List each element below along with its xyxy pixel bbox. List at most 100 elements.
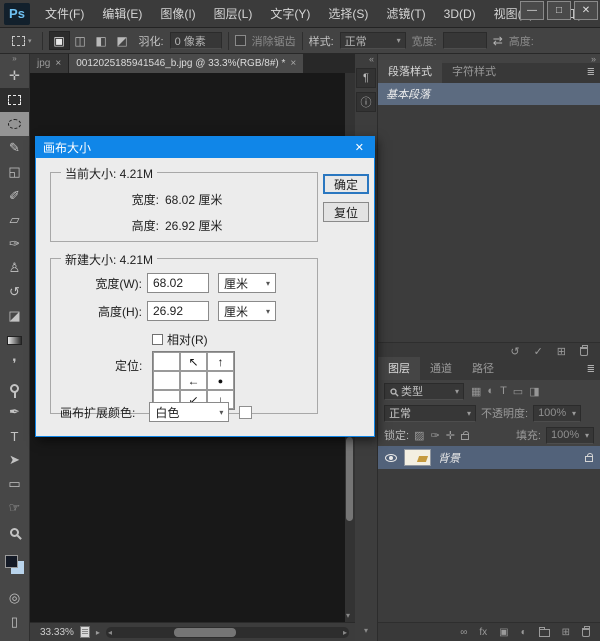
redefine-style-icon[interactable]: ↺ [510, 345, 519, 358]
foreground-background-swatches[interactable] [0, 544, 29, 586]
lock-position-icon[interactable]: ✛ [446, 429, 455, 442]
filter-shape-layers-icon[interactable]: ▭ [513, 385, 523, 398]
pen-tool[interactable]: ✒ [0, 400, 29, 424]
current-tool-icon[interactable]: ▾ [8, 34, 36, 48]
clone-stamp-tool[interactable]: ♙ [0, 256, 29, 280]
link-layers-icon[interactable]: ∞ [460, 627, 467, 638]
scroll-right-icon[interactable]: ▸ [343, 628, 347, 637]
dialog-titlebar[interactable]: 画布大小 ✕ [36, 137, 374, 158]
scroll-left-icon[interactable]: ◂ [108, 628, 112, 637]
new-height-input[interactable]: 26.92 [147, 301, 209, 321]
new-selection-icon[interactable]: ▣ [49, 31, 70, 50]
document-info-icon[interactable] [80, 626, 90, 638]
quick-mask-button[interactable]: ◎ [0, 586, 29, 610]
info-panel-icon[interactable]: ⓘ [356, 92, 376, 112]
document-tab-active[interactable]: 0012025185941546_b.jpg @ 33.3%(RGB/8#) *… [69, 54, 303, 73]
panel-tab[interactable]: 图层 [378, 357, 420, 380]
layer-filter-dropdown[interactable]: 类型 ▾ [384, 383, 464, 400]
blend-mode-dropdown[interactable]: 正常▾ [384, 405, 476, 422]
eyedropper-tool[interactable]: ✐ [0, 184, 29, 208]
crop-tool[interactable]: ◱ [0, 160, 29, 184]
chevron-right-icon[interactable]: ▸ [96, 628, 100, 637]
vertical-scrollbar-thumb[interactable] [346, 437, 353, 521]
anchor-cell[interactable]: ← [180, 371, 207, 390]
filter-smart-objects-icon[interactable]: ◨ [529, 385, 539, 398]
dodge-tool[interactable] [0, 376, 29, 400]
collapse-toolbar-chevron[interactable]: » [0, 54, 29, 64]
layer-row-background[interactable]: 背景 [378, 446, 600, 469]
filter-adjustment-layers-icon[interactable]: ◐ [487, 385, 494, 398]
style-dropdown[interactable]: 正常▾ [340, 32, 406, 49]
paragraph-style-item[interactable]: 基本段落 [378, 83, 600, 105]
close-button[interactable]: ✕ [574, 1, 598, 20]
lasso-tool[interactable] [0, 112, 29, 136]
panel-tab[interactable]: 段落样式 [378, 60, 442, 83]
zoom-tool[interactable] [0, 520, 29, 544]
menubar-item[interactable]: 文件(F) [36, 0, 93, 28]
document-tab-background[interactable]: jpg × [30, 54, 69, 73]
ok-button[interactable]: 确定 [323, 174, 369, 194]
path-selection-tool[interactable]: ➤ [0, 448, 29, 472]
anchor-current-cell[interactable]: ● [207, 371, 234, 390]
intersect-selection-icon[interactable]: ◩ [112, 31, 133, 50]
anchor-cell[interactable] [153, 352, 180, 371]
brush-tool[interactable]: ✑ [0, 232, 29, 256]
move-tool[interactable]: ✛ [0, 64, 29, 88]
close-icon[interactable]: × [290, 58, 296, 69]
antialias-checkbox[interactable] [235, 35, 246, 46]
rectangular-marquee-tool[interactable] [0, 88, 29, 112]
feather-input[interactable]: 0 像素 [170, 32, 222, 49]
delete-layer-icon[interactable] [582, 628, 590, 637]
extension-color-swatch[interactable] [239, 406, 252, 419]
visibility-eye-icon[interactable] [385, 454, 397, 462]
menubar-item[interactable]: 滤镜(T) [377, 0, 434, 28]
delete-style-icon[interactable] [580, 347, 588, 356]
filter-pixel-layers-icon[interactable]: ▦ [471, 385, 481, 398]
panel-menu-icon[interactable]: ≣ [587, 67, 595, 78]
shape-tool[interactable]: ▭ [0, 472, 29, 496]
panel-menu-icon[interactable]: ≣ [587, 364, 595, 375]
panel-tab[interactable]: 路径 [462, 357, 504, 380]
healing-brush-tool[interactable]: ▱ [0, 208, 29, 232]
menubar-item[interactable]: 选择(S) [319, 0, 377, 28]
width-input[interactable] [443, 32, 487, 49]
lock-all-icon[interactable] [461, 431, 469, 440]
anchor-cell[interactable] [153, 371, 180, 390]
layer-name[interactable]: 背景 [438, 450, 460, 466]
eraser-tool[interactable]: ◪ [0, 304, 29, 328]
blur-tool[interactable]: ❜ [0, 352, 29, 376]
layer-thumbnail[interactable] [404, 449, 431, 466]
gradient-tool[interactable] [0, 328, 29, 352]
new-height-unit-dropdown[interactable]: 厘米▾ [218, 301, 276, 321]
reset-button[interactable]: 复位 [323, 202, 369, 222]
menubar-item[interactable]: 文字(Y) [261, 0, 319, 28]
add-to-selection-icon[interactable]: ◫ [70, 31, 91, 50]
menubar-item[interactable]: 图层(L) [205, 0, 262, 28]
opacity-dropdown[interactable]: 100%▾ [533, 405, 581, 422]
expand-panels-chevron[interactable]: « [369, 54, 377, 64]
new-width-unit-dropdown[interactable]: 厘米▾ [218, 273, 276, 293]
panel-tab[interactable]: 通道 [420, 357, 462, 380]
add-layer-mask-icon[interactable]: ▣ [499, 627, 508, 638]
filter-type-layers-icon[interactable]: T [500, 385, 507, 398]
swap-dimensions-icon[interactable]: ⇄ [493, 34, 503, 48]
new-style-icon[interactable]: ⊞ [557, 345, 566, 358]
screen-mode-button[interactable]: ▯ [0, 610, 29, 634]
zoom-level[interactable]: 33.33% [40, 627, 74, 638]
anchor-cell[interactable]: ↖ [180, 352, 207, 371]
paragraph-panel-icon[interactable]: ¶ [356, 68, 376, 88]
horizontal-scrollbar-thumb[interactable] [174, 628, 236, 637]
anchor-cell[interactable]: ↑ [207, 352, 234, 371]
close-icon[interactable]: × [55, 58, 61, 69]
chevron-down-icon[interactable]: ▾ [364, 626, 368, 635]
new-width-input[interactable]: 68.02 [147, 273, 209, 293]
extension-color-dropdown[interactable]: 白色▾ [149, 402, 229, 422]
lock-image-pixels-icon[interactable]: ✑ [430, 429, 439, 442]
maximize-button[interactable]: □ [547, 1, 571, 20]
new-layer-icon[interactable]: ⊞ [562, 627, 570, 638]
history-brush-tool[interactable]: ↺ [0, 280, 29, 304]
relative-checkbox[interactable] [152, 334, 163, 345]
clear-override-icon[interactable]: ✓ [534, 345, 543, 358]
lock-transparent-pixels-icon[interactable]: ▨ [414, 429, 424, 442]
minimize-button[interactable]: — [520, 1, 544, 20]
